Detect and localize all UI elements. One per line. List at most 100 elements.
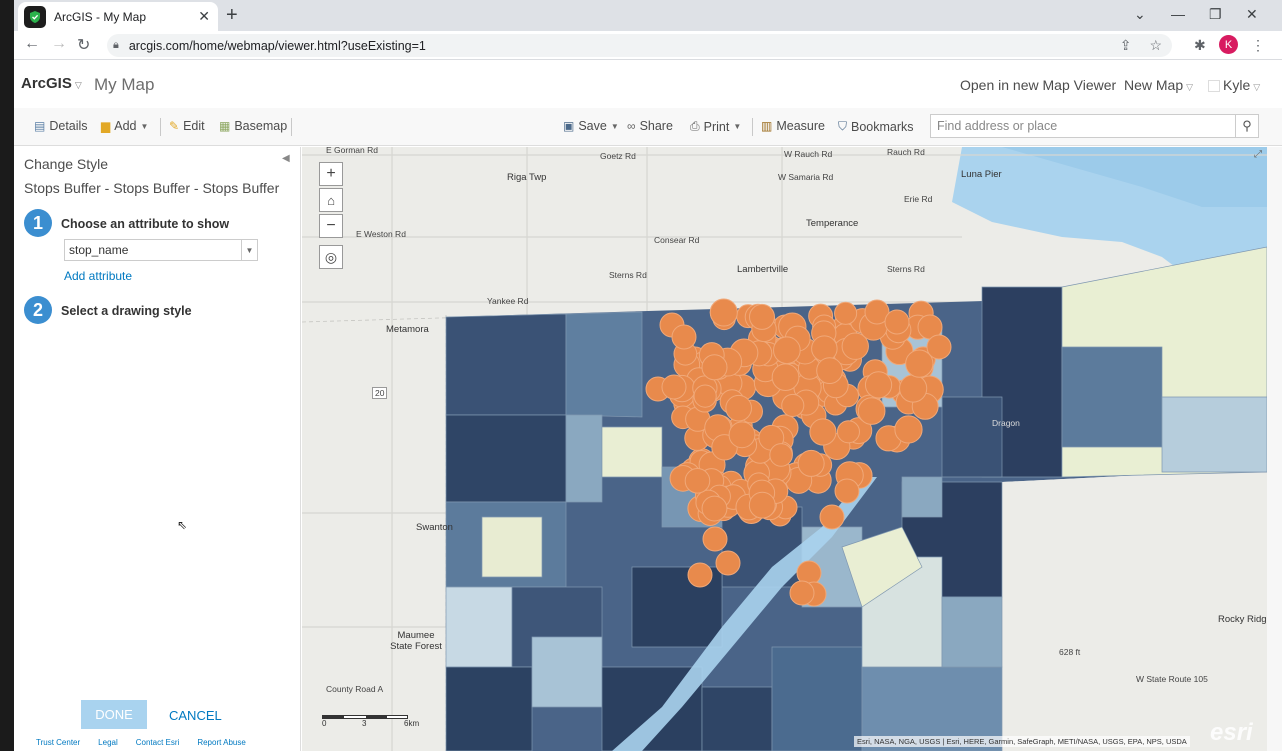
measure-label: Measure: [776, 119, 825, 133]
search-icon[interactable]: ⚲: [1235, 114, 1259, 138]
basemap-button[interactable]: ▦ Basemap: [219, 119, 287, 133]
attribute-select[interactable]: stop_name ▼: [64, 239, 258, 261]
map-label: Metamora: [386, 324, 429, 335]
home-icon[interactable]: ⌂: [319, 188, 343, 212]
stop-buffer-circle: [709, 298, 738, 327]
stop-buffer-circle: [748, 491, 776, 519]
arcgis-brand-menu[interactable]: ArcGIS ▽: [21, 75, 82, 92]
close-tab-icon[interactable]: ✕: [198, 8, 210, 25]
details-button[interactable]: ▤ Details: [34, 119, 88, 133]
chevron-down-icon: ▽: [1186, 82, 1194, 92]
stop-buffer-circle: [899, 374, 928, 403]
chevron-down-icon: ▼: [241, 240, 257, 260]
print-button[interactable]: ⎙ Print ▼: [690, 119, 741, 134]
collapse-panel-icon[interactable]: ◀: [282, 153, 290, 164]
map-label: Sterns Rd: [887, 264, 925, 274]
brand-label: ArcGIS: [21, 75, 72, 92]
edit-button[interactable]: ✎ Edit: [169, 119, 205, 133]
cancel-button[interactable]: CANCEL: [169, 708, 222, 723]
toolbar-divider: [291, 118, 292, 136]
scroll-gutter: [1267, 147, 1282, 751]
trust-center-link[interactable]: Trust Center: [36, 738, 80, 747]
map-label: Maumee State Forest: [390, 630, 442, 652]
profile-avatar[interactable]: K: [1219, 35, 1238, 54]
bookmarks-button[interactable]: ⛉ Bookmarks: [838, 119, 914, 134]
report-abuse-link[interactable]: Report Abuse: [197, 738, 245, 747]
toolbar-divider: [752, 118, 753, 136]
stop-buffer-circle: [811, 335, 838, 362]
map-label: Temperance: [806, 218, 859, 229]
stop-buffer-circle: [834, 478, 860, 504]
details-label: Details: [49, 119, 88, 133]
share-page-icon[interactable]: ⇪: [1120, 37, 1132, 54]
map-toolbar: ▤ Details ▆ Add ▼ ✎ Edit ▦ Basemap ▣ Save ▼ ∞ Sh…: [14, 108, 1282, 146]
reload-icon[interactable]: ↻: [77, 35, 90, 55]
map-label: E Weston Rd: [356, 229, 406, 239]
measure-button[interactable]: ▥ Measure: [761, 119, 825, 133]
forward-icon[interactable]: →: [51, 35, 67, 53]
chevron-down-icon: ▽: [1253, 82, 1261, 92]
stop-buffer-circle: [884, 309, 910, 335]
shield-icon: [24, 5, 46, 28]
bookmarks-label: Bookmarks: [851, 119, 914, 134]
attribute-value: stop_name: [69, 243, 129, 257]
stop-buffer-circle: [701, 495, 728, 522]
stop-buffer-circle: [864, 371, 893, 399]
chevron-down-icon: ▽: [74, 80, 82, 90]
browser-tab[interactable]: ArcGIS - My Map ✕: [18, 2, 218, 31]
stop-buffer-circle: [701, 354, 728, 381]
step-1-badge: 1: [24, 209, 52, 237]
map-label: Rauch Rd: [887, 147, 925, 157]
search-input[interactable]: Find address or place: [930, 114, 1236, 138]
user-menu[interactable]: Kyle ▽: [1208, 77, 1260, 93]
bookmark-star-icon[interactable]: ☆: [1149, 37, 1162, 54]
map-label: E Gorman Rd: [326, 147, 378, 155]
new-tab-icon[interactable]: +: [226, 4, 238, 27]
stop-buffer-circle: [809, 418, 837, 446]
user-name: Kyle: [1223, 77, 1251, 93]
back-icon[interactable]: ←: [24, 35, 40, 53]
stop-buffer-circle: [834, 301, 858, 325]
new-map-menu[interactable]: New Map ▽: [1124, 77, 1193, 93]
scale-label: 6km: [404, 719, 420, 728]
menu-icon[interactable]: ⋮: [1251, 37, 1265, 54]
contact-esri-link[interactable]: Contact Esri: [136, 738, 180, 747]
extensions-icon[interactable]: ✱: [1194, 37, 1206, 54]
stop-buffer-circle: [671, 324, 697, 350]
zoom-in-button[interactable]: +: [319, 162, 343, 186]
add-button[interactable]: ▆ Add ▼: [101, 119, 148, 133]
stop-buffer-circle: [728, 421, 756, 449]
stop-buffer-circle: [715, 550, 741, 576]
map-label: W Samaria Rd: [778, 172, 834, 182]
map-label: Luna Pier: [961, 169, 1002, 180]
add-attribute-link[interactable]: Add attribute: [64, 269, 132, 283]
esri-logo: esri: [1210, 719, 1253, 746]
user-avatar: [1208, 80, 1220, 93]
stop-buffer-circle: [687, 562, 713, 588]
save-button[interactable]: ▣ Save ▼: [563, 119, 619, 133]
caret-down-icon: ▼: [140, 121, 149, 131]
fullscreen-icon[interactable]: ⤢: [1254, 149, 1262, 160]
stop-buffer-circle: [789, 580, 815, 606]
share-link-icon: ∞: [627, 119, 636, 133]
stop-buffer-circle: [816, 357, 843, 385]
close-window-icon[interactable]: ✕: [1246, 6, 1258, 23]
legal-link[interactable]: Legal: [98, 738, 118, 747]
open-new-viewer-link[interactable]: Open in new Map Viewer: [960, 77, 1116, 93]
browser-window: ArcGIS - My Map ✕ + ⌄ — ❐ ✕ ← → ↻ 🔒︎ arc…: [14, 0, 1282, 751]
restore-icon[interactable]: ❐: [1209, 6, 1222, 23]
map-title: My Map: [94, 75, 155, 94]
tab-search-icon[interactable]: ⌄: [1134, 6, 1146, 23]
zoom-out-button[interactable]: −: [319, 214, 343, 238]
share-button[interactable]: ∞ Share: [627, 119, 673, 133]
stop-buffer-circle: [769, 443, 793, 467]
address-bar[interactable]: 🔒︎ arcgis.com/home/webmap/viewer.html?us…: [107, 34, 1172, 57]
step-2-label: Select a drawing style: [61, 304, 192, 318]
minimize-icon[interactable]: —: [1171, 6, 1185, 22]
map-view[interactable]: + ⌂ − ◎ ⤢ E Gorman Rd Goetz Rd W Rauch R…: [302, 147, 1267, 751]
bookmark-icon: ⛉: [838, 119, 848, 133]
footer-links: Trust Center Legal Contact Esri Report A…: [36, 738, 246, 747]
done-button[interactable]: DONE: [81, 700, 147, 729]
stop-buffer-circle: [771, 363, 800, 392]
locate-icon[interactable]: ◎: [319, 245, 343, 269]
